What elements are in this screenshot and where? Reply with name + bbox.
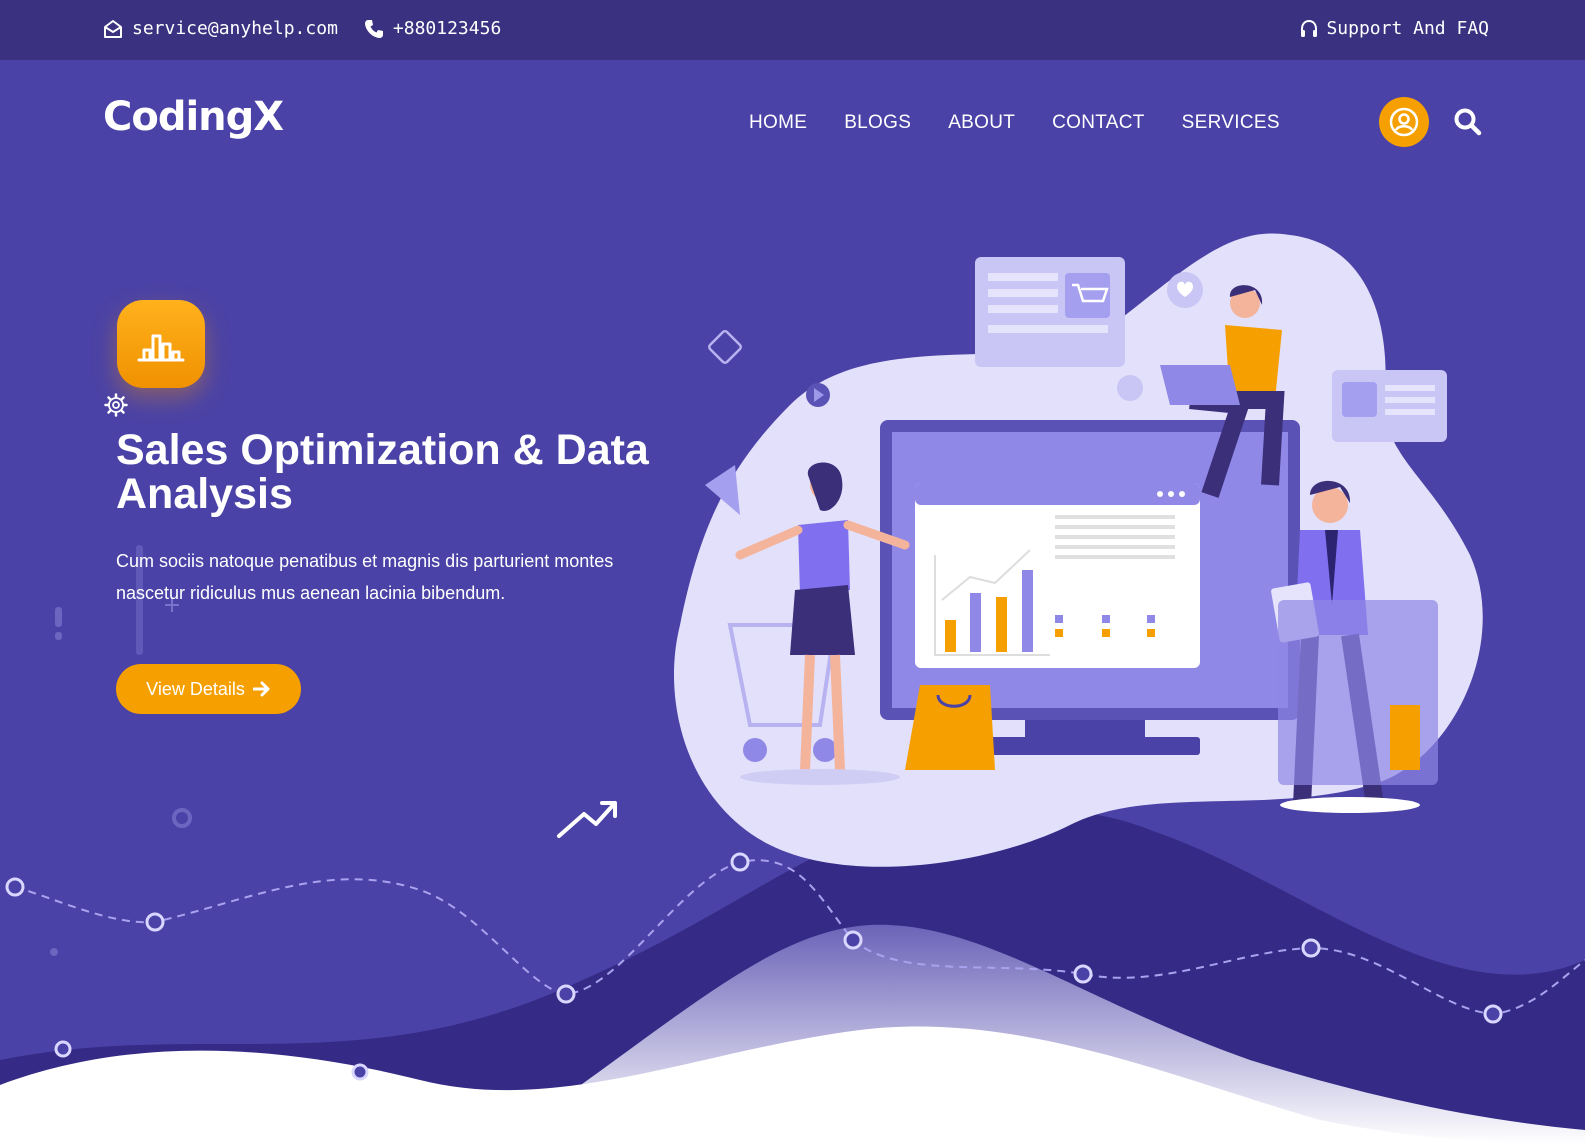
nav-menu: HOME BLOGS ABOUT CONTACT SERVICES — [749, 112, 1280, 134]
support-link[interactable]: Support And FAQ — [1299, 18, 1489, 39]
nav-item-home[interactable]: HOME — [749, 112, 807, 134]
nav-item-about[interactable]: ABOUT — [948, 112, 1015, 134]
phone-icon — [364, 19, 383, 38]
nav-item-blogs[interactable]: BLOGS — [844, 112, 911, 134]
search-icon — [1454, 108, 1482, 136]
gear-icon — [104, 393, 128, 417]
hero-feature-icon — [117, 300, 205, 388]
mail-icon — [104, 19, 122, 38]
contact-info: service@anyhelp.com +880123456 — [103, 18, 501, 39]
phone-text: +880123456 — [392, 18, 502, 39]
bar-chart-icon — [137, 334, 185, 362]
phone-item[interactable]: +880123456 — [364, 18, 501, 39]
view-details-label: View Details — [146, 678, 245, 699]
email-item[interactable]: service@anyhelp.com — [103, 18, 338, 39]
top-bar: service@anyhelp.com +880123456 Support A… — [0, 0, 1585, 60]
view-details-button[interactable]: View Details — [116, 664, 301, 714]
hero-illustration — [674, 233, 1483, 867]
arrow-right-icon — [252, 681, 270, 697]
hero-description: Cum sociis natoque penatibus et magnis d… — [116, 551, 614, 603]
headphones-icon — [1301, 19, 1318, 37]
support-label: Support And FAQ — [1326, 18, 1489, 39]
nav-item-contact[interactable]: CONTACT — [1052, 112, 1145, 134]
email-text: service@anyhelp.com — [132, 18, 338, 39]
nav-item-services[interactable]: SERVICES — [1182, 112, 1280, 134]
main-nav: CodingX HOME BLOGS ABOUT CONTACT SERVICE… — [0, 60, 1585, 170]
user-icon — [1389, 107, 1419, 137]
hero-title: Sales Optimization & Data Analysis — [116, 426, 649, 518]
user-account-button[interactable] — [1379, 97, 1429, 147]
tag-icon — [708, 329, 742, 364]
logo[interactable]: CodingX — [103, 94, 284, 140]
search-button[interactable] — [1452, 106, 1484, 138]
